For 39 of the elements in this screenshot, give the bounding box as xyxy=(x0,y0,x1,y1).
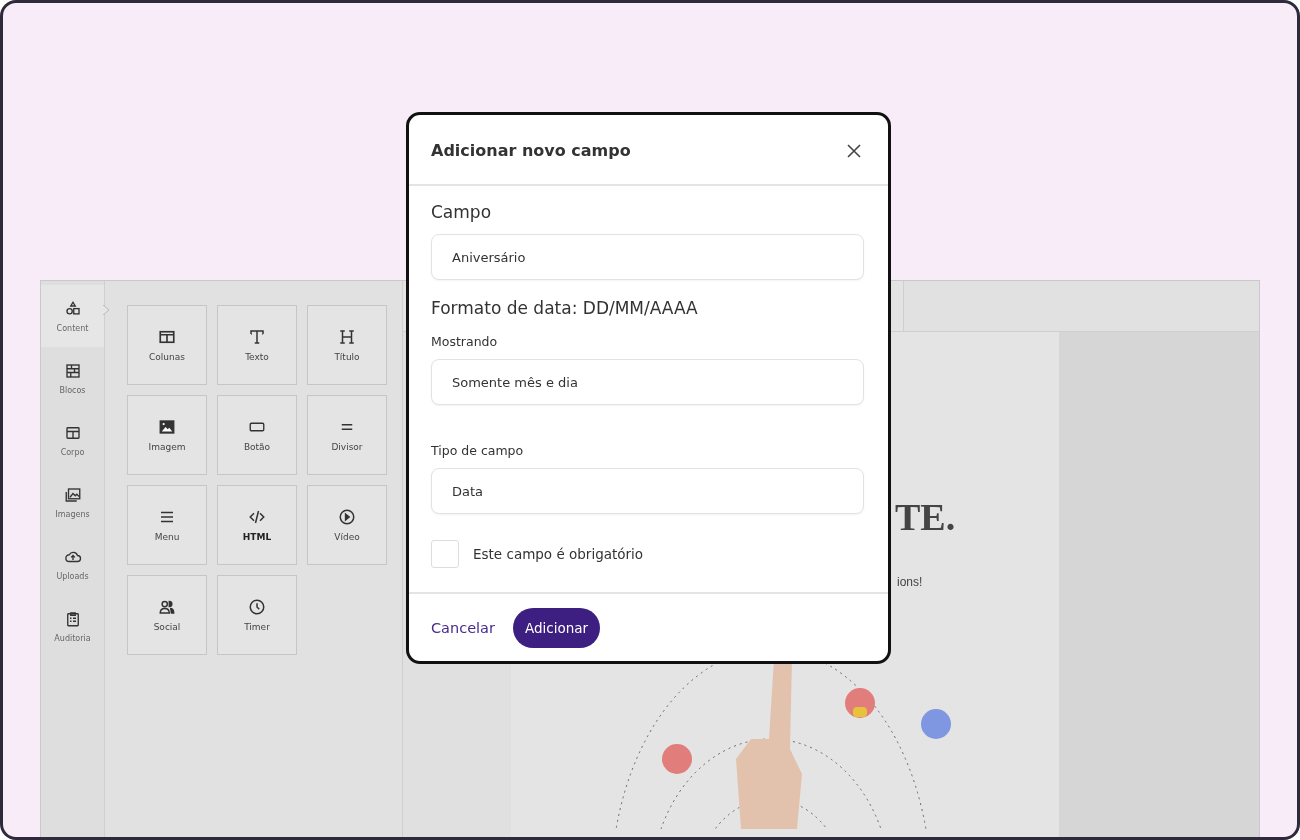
cancel-button[interactable]: Cancelar xyxy=(431,620,495,636)
content-tile[interactable]: Vídeo xyxy=(307,485,387,565)
content-tile[interactable]: Divisor xyxy=(307,395,387,475)
checkbox[interactable] xyxy=(431,540,459,568)
code-icon xyxy=(248,508,266,526)
close-icon[interactable] xyxy=(846,142,862,159)
add-button[interactable]: Adicionar xyxy=(512,608,601,648)
field-label: Tipo de campo xyxy=(431,443,525,458)
content-tile[interactable]: Social xyxy=(127,575,207,655)
image-icon xyxy=(158,418,176,436)
email-heading: TE. xyxy=(895,495,957,539)
sidebar-item[interactable]: Blocos xyxy=(41,347,104,409)
play-icon xyxy=(338,508,356,526)
content-tile[interactable]: Texto xyxy=(217,305,297,385)
content-tile[interactable]: Colunas xyxy=(127,305,207,385)
select-field[interactable]: Somente mês e dia xyxy=(431,359,864,405)
sidebar-item[interactable]: Corpo xyxy=(41,409,104,471)
people-icon xyxy=(158,598,176,616)
section-heading: Formato de data: DD/MM/AAAA xyxy=(431,298,699,318)
checkbox-label: Este campo é obrigatório xyxy=(473,546,644,562)
sidebar-item[interactable]: Uploads xyxy=(41,533,104,595)
select-field[interactable]: Data xyxy=(431,468,864,514)
field-label: Mostrando xyxy=(431,334,499,349)
email-text: ions! xyxy=(897,575,924,589)
content-tile[interactable]: Imagem xyxy=(127,395,207,475)
input-field[interactable]: Aniversário xyxy=(431,234,864,280)
sidebar-item[interactable]: Auditoria xyxy=(41,595,104,657)
columns-icon xyxy=(158,328,176,346)
sidebar-item[interactable]: Imagens xyxy=(41,471,104,533)
content-tile[interactable]: HTML xyxy=(217,485,297,565)
dialog-title: Adicionar novo campo xyxy=(431,141,631,160)
clock-icon xyxy=(248,598,266,616)
content-tile[interactable]: Título xyxy=(307,305,387,385)
content-tile[interactable]: Timer xyxy=(217,575,297,655)
field-label: Campo xyxy=(431,202,493,222)
heading-icon xyxy=(338,328,356,346)
content-tile[interactable]: Menu xyxy=(127,485,207,565)
content-tile[interactable]: Botão xyxy=(217,395,297,475)
text-icon xyxy=(248,328,266,346)
